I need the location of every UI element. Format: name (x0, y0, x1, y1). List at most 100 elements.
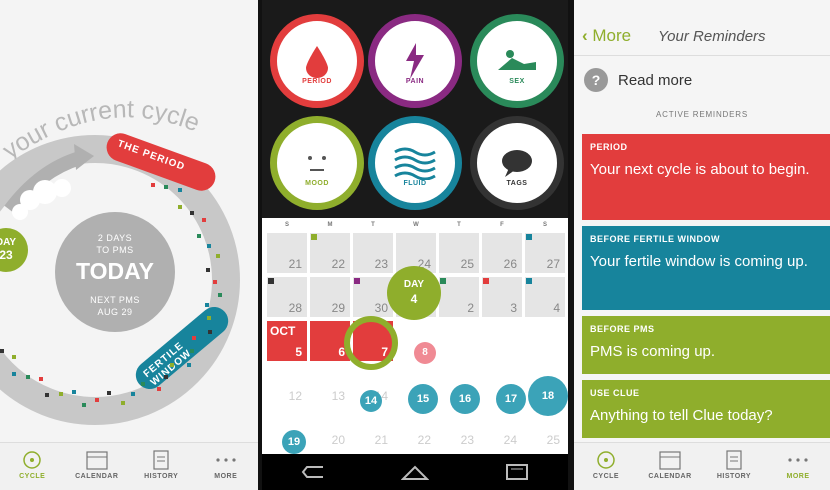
tab-history[interactable]: HISTORY (702, 443, 766, 490)
category-pain[interactable]: PAIN (368, 14, 462, 108)
calendar-day-number: 21 (374, 433, 388, 447)
tab-label: HISTORY (716, 473, 752, 480)
day-bubble-8[interactable]: 8 (414, 342, 436, 364)
day-marker (213, 280, 217, 284)
tab-calendar[interactable]: CALENDAR (638, 443, 702, 490)
history-icon (129, 447, 194, 473)
calendar-day-number: 23 (460, 433, 474, 447)
tab-calendar[interactable]: CALENDAR (65, 443, 130, 490)
header: ‹ More Your Reminders (574, 0, 830, 56)
day-balloon[interactable]: DAY 4 (387, 266, 441, 320)
day-marker (178, 205, 183, 210)
weekday-label: S (542, 222, 547, 228)
category-mood[interactable]: MOOD (270, 116, 364, 210)
reminder-heading: PERIOD (590, 142, 628, 152)
fluid-bubble[interactable]: 14 (360, 390, 382, 412)
home-nav-icon[interactable] (401, 463, 429, 481)
reminder-card[interactable]: BEFORE FERTILE WINDOW Your fertile window… (582, 226, 830, 310)
calendar-day[interactable]: 13 (309, 364, 351, 406)
day-marker (191, 336, 196, 340)
day-marker (106, 391, 111, 396)
category-tags[interactable]: TAGS (470, 116, 564, 210)
calendar-day[interactable]: 20 (309, 408, 351, 450)
calendar-day[interactable]: 23 (438, 408, 480, 450)
cell-marker (354, 278, 360, 284)
calendar-day-number: 29 (331, 301, 345, 315)
calendar-day[interactable]: 23 (352, 232, 394, 274)
reminder-card[interactable]: BEFORE PMS PMS is coming up. (582, 316, 830, 374)
day-marker (190, 349, 195, 354)
cell-marker (526, 278, 532, 284)
tab-label: HISTORY (144, 473, 179, 480)
more-icon (766, 447, 830, 473)
calendar-day[interactable]: 22 (395, 408, 437, 450)
reminder-heading: USE CLUE (590, 388, 640, 398)
day-marker (82, 403, 87, 408)
day-marker (204, 303, 209, 308)
reminder-body: Your next cycle is about to begin. (590, 161, 810, 178)
day-marker (39, 376, 43, 381)
fluid-bubble[interactable]: 16 (450, 384, 480, 414)
calendar-day[interactable] (438, 320, 480, 362)
progress-arrow-icon (4, 144, 94, 220)
day-marker (71, 389, 76, 394)
category-label: FLUID (403, 180, 427, 187)
weekday-label: M (327, 222, 333, 228)
reminder-card[interactable]: USE CLUE Anything to tell Clue today? (582, 380, 830, 438)
calendar-day-number: 3 (510, 301, 517, 315)
day-bubble-line2: 23 (0, 248, 13, 262)
tab-cycle[interactable]: CYCLE (574, 443, 638, 490)
back-nav-icon[interactable] (299, 463, 327, 481)
fluid-bubble[interactable]: 19 (282, 430, 306, 454)
fluid-bubble[interactable]: 18 (528, 376, 568, 416)
cell-marker (526, 234, 532, 240)
day-marker (197, 234, 202, 239)
calendar-day[interactable]: 26 (481, 232, 523, 274)
tab-history[interactable]: HISTORY (129, 443, 194, 490)
category-period[interactable]: PERIOD (270, 14, 364, 108)
tab-label: CALENDAR (75, 473, 119, 480)
calendar-day[interactable]: 21 (266, 232, 308, 274)
tab-more[interactable]: MORE (766, 443, 830, 490)
tab-more[interactable]: MORE (194, 443, 259, 490)
cycle-icon (0, 447, 65, 473)
category-fluid[interactable]: FLUID (368, 116, 462, 210)
lightning-icon (375, 41, 455, 81)
more-icon (194, 447, 259, 473)
day-marker (190, 210, 195, 215)
history-icon (702, 447, 766, 473)
day-marker (25, 375, 30, 380)
today-disc[interactable]: 2 DAYS TO PMS TODAY NEXT PMS AUG 29 (55, 212, 175, 332)
android-nav-bar (262, 454, 568, 490)
tab-cycle[interactable]: CYCLE (0, 443, 65, 490)
tab-bar: CYCLE CALENDAR HISTORY MORE (0, 442, 258, 490)
face-icon (277, 143, 357, 183)
day-marker (202, 218, 207, 222)
calendar-day[interactable] (481, 320, 523, 362)
calendar-day[interactable]: 24 (481, 408, 523, 450)
calendar-day-number: 25 (546, 433, 560, 447)
day-marker (187, 362, 192, 367)
category-sex[interactable]: SEX (470, 14, 564, 108)
calendar-day-number: 27 (546, 257, 560, 271)
calendar-day[interactable]: 29 (309, 276, 351, 318)
calendar-day[interactable]: 12 (266, 364, 308, 406)
calendar-day[interactable]: 25 (438, 232, 480, 274)
calendar-day-number: 4 (553, 301, 560, 315)
reminder-body: Your fertile window is coming up. (590, 253, 808, 270)
day-marker (120, 401, 125, 406)
back-button[interactable]: ‹ More (582, 26, 631, 46)
calendar-day[interactable]: 21 (352, 408, 394, 450)
calendar-day-number: 26 (503, 257, 517, 271)
day-marker (58, 392, 63, 397)
reminders-screen: ‹ More Your Reminders ? Read more ACTIVE… (574, 0, 830, 490)
reminder-card[interactable]: PERIOD Your next cycle is about to begin. (582, 134, 830, 220)
read-more-link[interactable]: ? Read more (584, 68, 692, 92)
category-label: PERIOD (302, 78, 332, 85)
calendar-day[interactable] (524, 320, 566, 362)
fluid-bubble[interactable]: 17 (496, 384, 526, 414)
fluid-bubble[interactable]: 15 (408, 384, 438, 414)
recent-apps-nav-icon[interactable] (503, 463, 531, 481)
today-ring[interactable] (344, 316, 398, 370)
active-reminders-heading: ACTIVE REMINDERS (656, 110, 748, 119)
